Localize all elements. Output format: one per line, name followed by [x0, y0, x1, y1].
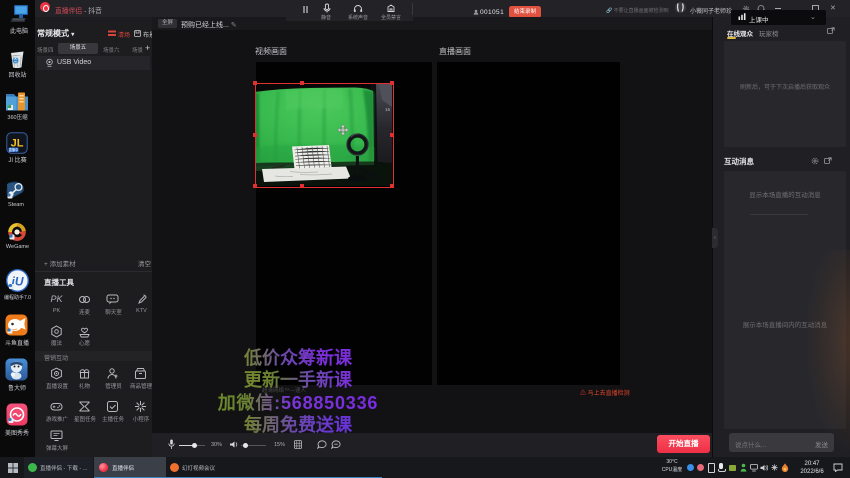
svg-text:直播中: 直播中	[9, 147, 19, 152]
